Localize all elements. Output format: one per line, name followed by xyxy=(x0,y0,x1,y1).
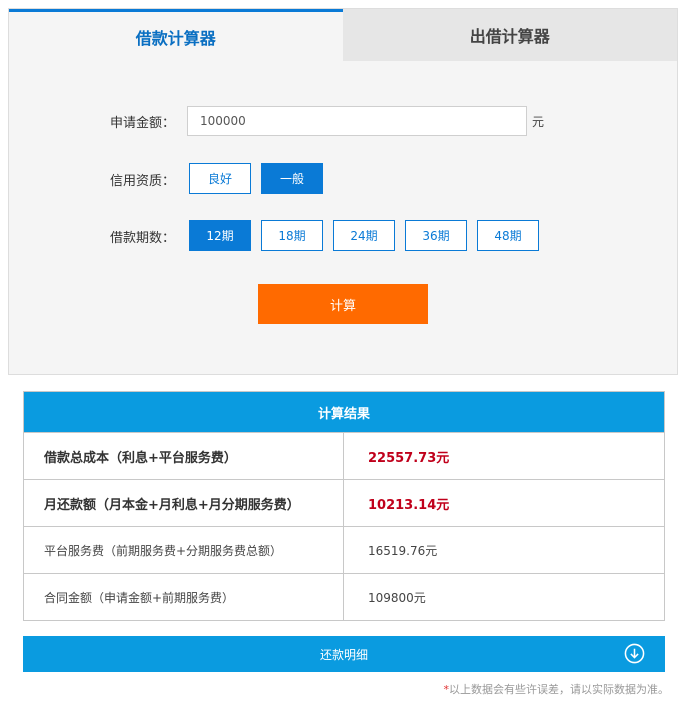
results-title: 计算结果 xyxy=(24,392,664,432)
result-label: 月还款额（月本金+月利息+月分期服务费） xyxy=(24,480,344,526)
credit-row: 信用资质： 良好 一般 xyxy=(9,163,677,194)
credit-label: 信用资质： xyxy=(110,174,176,189)
result-row-platform-fee: 平台服务费（前期服务费+分期服务费总额） 16519.76元 xyxy=(24,526,664,573)
disclaimer-note: *以上数据会有些许误差，请以实际数据为准。 xyxy=(444,681,670,697)
calculate-button[interactable]: 计算 xyxy=(258,284,428,324)
result-row-monthly-payment: 月还款额（月本金+月利息+月分期服务费） 10213.14元 xyxy=(24,479,664,526)
result-value: 16519.76元 xyxy=(368,543,438,558)
result-label: 合同金额（申请金额+前期服务费） xyxy=(24,574,344,620)
note-text: 以上数据会有些许误差，请以实际数据为准。 xyxy=(449,683,669,696)
amount-unit: 元 xyxy=(532,115,545,129)
tab-loan-calculator[interactable]: 借款计算器 xyxy=(9,9,343,61)
amount-row: 申请金额： 元 xyxy=(9,106,677,136)
credit-option-good[interactable]: 良好 xyxy=(189,163,251,194)
repayment-detail-button[interactable]: 还款明细 xyxy=(23,636,665,672)
amount-input[interactable] xyxy=(187,106,527,136)
amount-label: 申请金额： xyxy=(110,116,176,131)
result-value: 22557.73元 xyxy=(368,450,450,466)
term-label: 借款期数： xyxy=(110,231,176,246)
result-row-total-cost: 借款总成本（利息+平台服务费） 22557.73元 xyxy=(24,432,664,479)
term-option-24[interactable]: 24期 xyxy=(333,220,395,251)
credit-option-normal[interactable]: 一般 xyxy=(261,163,323,194)
result-label: 平台服务费（前期服务费+分期服务费总额） xyxy=(24,527,344,573)
result-label: 借款总成本（利息+平台服务费） xyxy=(24,433,344,479)
result-value: 109800元 xyxy=(368,590,426,605)
term-option-12[interactable]: 12期 xyxy=(189,220,251,251)
results-table: 计算结果 借款总成本（利息+平台服务费） 22557.73元 月还款额（月本金+… xyxy=(23,391,665,621)
repayment-detail-label: 还款明细 xyxy=(319,647,368,662)
term-option-36[interactable]: 36期 xyxy=(405,220,467,251)
tab-lend-calculator[interactable]: 出借计算器 xyxy=(342,9,677,61)
term-option-18[interactable]: 18期 xyxy=(261,220,323,251)
term-row: 借款期数： 12期 18期 24期 36期 48期 xyxy=(9,220,677,251)
result-value: 10213.14元 xyxy=(368,497,450,513)
loan-calculator-panel: 借款计算器 出借计算器 申请金额： 元 信用资质： 良好 一般 借款期数： 12… xyxy=(8,8,678,375)
arrow-down-circle-icon[interactable] xyxy=(624,643,645,664)
term-option-48[interactable]: 48期 xyxy=(477,220,539,251)
calculator-tabs: 借款计算器 出借计算器 xyxy=(9,9,677,61)
result-row-contract-amount: 合同金额（申请金额+前期服务费） 109800元 xyxy=(24,573,664,620)
